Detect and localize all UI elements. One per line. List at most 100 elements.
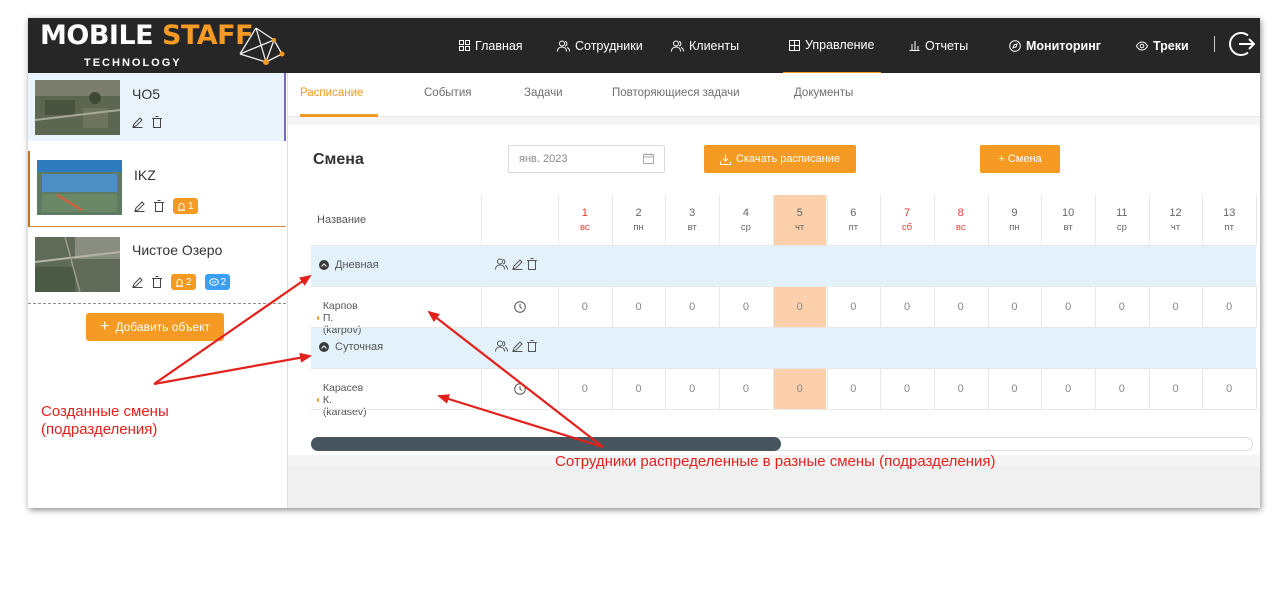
tab-tasks[interactable]: Задачи <box>524 87 563 99</box>
download-schedule-button[interactable]: Скачать расписание <box>704 145 856 173</box>
nav-home[interactable]: Главная <box>459 18 523 73</box>
object-item[interactable]: IKZ 1 <box>28 151 286 227</box>
schedule-cell[interactable]: 0 <box>612 286 666 327</box>
schedule-cell[interactable]: 0 <box>1149 368 1203 409</box>
schedule-cell[interactable]: 0 <box>827 286 881 327</box>
calendar-icon <box>643 153 654 164</box>
schedule-cell[interactable]: 0 <box>665 368 719 409</box>
schedule-cell[interactable]: 0 <box>719 368 773 409</box>
alarm-badge[interactable]: 1 <box>173 198 198 214</box>
nav-label: Управление <box>805 38 875 52</box>
schedule-cell[interactable]: 0 <box>1202 368 1256 409</box>
day-number: 5 <box>796 207 803 219</box>
calendar-grid-icon <box>789 39 800 51</box>
schedule-cell[interactable]: 0 <box>1041 368 1095 409</box>
schedule-cell[interactable]: 0 <box>880 368 934 409</box>
schedule-cell[interactable]: 0 <box>1149 286 1203 327</box>
logout-icon[interactable] <box>1229 30 1255 58</box>
day-header: 6 пт <box>827 195 881 245</box>
schedule-cell[interactable]: 0 <box>773 286 827 327</box>
month-picker[interactable]: янв. 2023 <box>508 145 665 173</box>
trash-icon[interactable] <box>527 258 537 270</box>
nav-label: Сотрудники <box>575 38 643 53</box>
clock-icon[interactable] <box>481 368 558 409</box>
schedule-cell[interactable]: 0 <box>612 368 666 409</box>
schedule-cell[interactable]: 0 <box>1095 286 1149 327</box>
edit-icon[interactable] <box>512 340 523 352</box>
schedule-cell[interactable]: 0 <box>558 286 612 327</box>
schedule-cell[interactable]: 0 <box>558 368 612 409</box>
nav-monitoring[interactable]: Мониторинг <box>1009 18 1101 73</box>
column-divider <box>1256 368 1258 409</box>
weekday: пн <box>633 222 644 233</box>
trash-icon[interactable] <box>152 276 162 288</box>
employee-row-name[interactable]: Карпов П. (karpov) <box>317 300 364 336</box>
schedule-cell[interactable]: 0 <box>1202 286 1256 327</box>
schedule-cell[interactable]: 0 <box>665 286 719 327</box>
tab-events[interactable]: События <box>424 87 471 99</box>
schedule-cell[interactable]: 0 <box>1095 368 1149 409</box>
nav-employees[interactable]: Сотрудники <box>557 18 643 73</box>
month-value: янв. 2023 <box>519 153 568 165</box>
weekday: вт <box>687 222 697 233</box>
day-header: 11 ср <box>1095 195 1149 245</box>
collapse-toggle-icon[interactable] <box>319 260 329 270</box>
trash-icon[interactable] <box>154 200 164 212</box>
day-header: 12 чт <box>1149 195 1203 245</box>
schedule-cell[interactable]: 0 <box>988 286 1042 327</box>
tab-documents[interactable]: Документы <box>794 87 853 99</box>
clock-icon[interactable] <box>481 286 558 327</box>
column-divider <box>1041 286 1043 327</box>
assign-users-icon[interactable] <box>495 340 508 352</box>
object-item[interactable]: ЧО5 <box>28 73 286 141</box>
tab-schedule[interactable]: Расписание <box>300 87 363 99</box>
schedule-cell[interactable]: 0 <box>988 368 1042 409</box>
alarm-icon <box>176 278 183 287</box>
chat-badge[interactable]: 2 <box>204 274 231 290</box>
object-item[interactable]: Чистое Озеро 2 2 <box>28 228 286 304</box>
schedule-cell[interactable]: 0 <box>719 286 773 327</box>
schedule-cell[interactable]: 0 <box>934 286 988 327</box>
download-label: Скачать расписание <box>735 153 841 165</box>
objects-sidebar: ЧО5 IKZ 1 Чистое Озеро 2 2 + Добавить об… <box>28 73 288 508</box>
shift-group-name[interactable]: Дневная <box>319 259 379 271</box>
shift-group-row[interactable] <box>311 327 1257 368</box>
column-divider <box>772 286 774 327</box>
weekday: пт <box>848 222 859 233</box>
tab-recurring-tasks[interactable]: Повторяющиеся задачи <box>612 87 740 99</box>
shift-group-row[interactable] <box>311 245 1257 286</box>
scrollbar-thumb[interactable] <box>311 437 781 451</box>
object-name: Чистое Озеро <box>132 242 223 258</box>
shift-group-tools <box>495 258 537 270</box>
column-divider <box>880 286 882 327</box>
employee-row-name[interactable]: Карасев К. (karasev) <box>317 382 369 418</box>
nav-management[interactable]: Управление <box>783 18 881 73</box>
trash-icon[interactable] <box>152 116 162 128</box>
column-divider <box>1202 195 1204 245</box>
add-object-button[interactable]: + Добавить объект <box>86 313 224 341</box>
edit-icon[interactable] <box>134 200 145 212</box>
alarm-badge[interactable]: 2 <box>171 274 196 290</box>
edit-icon[interactable] <box>132 116 143 128</box>
nav-reports[interactable]: Отчеты <box>909 18 968 73</box>
schedule-cell[interactable]: 0 <box>827 368 881 409</box>
column-divider <box>1095 195 1096 245</box>
edit-icon[interactable] <box>132 276 143 288</box>
column-divider <box>611 195 613 245</box>
add-shift-button[interactable]: + Смена <box>980 145 1060 173</box>
schedule-cell[interactable]: 0 <box>1041 286 1095 327</box>
column-divider <box>1041 368 1043 409</box>
edit-icon[interactable] <box>512 258 523 270</box>
schedule-cell[interactable]: 0 <box>880 286 934 327</box>
logo[interactable]: MOBILE STAFF TECHNOLOGY <box>40 20 290 72</box>
nav-clients[interactable]: Клиенты <box>671 18 739 73</box>
assign-users-icon[interactable] <box>495 258 508 270</box>
trash-icon[interactable] <box>527 340 537 352</box>
collapse-toggle-icon[interactable] <box>319 342 329 352</box>
schedule-cell[interactable]: 0 <box>934 368 988 409</box>
nav-label: Главная <box>475 38 523 53</box>
schedule-cell[interactable]: 0 <box>773 368 827 409</box>
day-number: 12 <box>1169 207 1182 219</box>
nav-tracks[interactable]: Треки <box>1136 18 1189 73</box>
shift-group-name[interactable]: Суточная <box>319 341 383 353</box>
